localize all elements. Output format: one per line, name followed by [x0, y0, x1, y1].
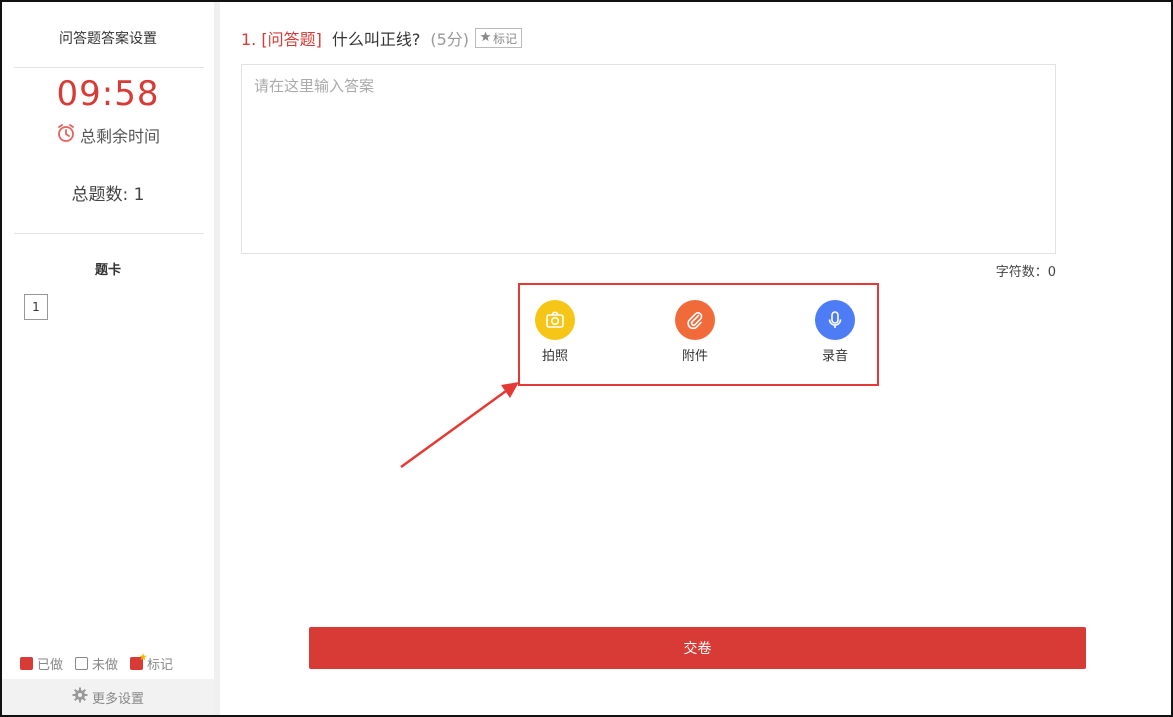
- answer-input[interactable]: [241, 64, 1056, 254]
- attachment-button[interactable]: 附件: [665, 300, 725, 364]
- record-label: 录音: [821, 349, 848, 364]
- mark-label: 标记: [493, 31, 518, 46]
- attachment-label: 附件: [681, 349, 708, 364]
- more-settings-button[interactable]: 更多设置: [2, 679, 214, 715]
- status-legend: 已做 未做 标记: [20, 654, 185, 673]
- total-questions: 总题数: 1: [71, 185, 145, 205]
- camera-icon: [535, 300, 575, 340]
- question-text: 什么叫正线?: [331, 30, 421, 49]
- submit-exam-button[interactable]: 交卷: [309, 627, 1086, 669]
- sidebar-title: 问答题答案设置: [59, 31, 157, 47]
- legend-done: 已做: [20, 654, 63, 673]
- photo-button[interactable]: 拍照: [525, 300, 585, 364]
- question-header: 1. [问答题] 什么叫正线? (5分) 标记: [241, 26, 523, 50]
- paperclip-icon: [675, 300, 715, 340]
- upload-tools-highlight: 拍照 附件 录音: [518, 283, 879, 386]
- legend-undone-label: 未做: [92, 658, 119, 673]
- divider: [14, 233, 204, 234]
- question-number: 1. [问答题]: [241, 30, 322, 49]
- remaining-time-label: 总剩余时间: [2, 123, 214, 147]
- remaining-time-text: 总剩余时间: [79, 127, 160, 146]
- divider: [14, 67, 204, 68]
- mark-button[interactable]: 标记: [475, 28, 523, 48]
- sidebar-separator: [214, 2, 220, 715]
- more-settings-label: 更多设置: [91, 691, 144, 707]
- sidebar: 问答题答案设置 09:58 总剩余时间 总题数: 1 题卡 1 已做 未做 标记: [2, 2, 214, 715]
- done-swatch: [20, 657, 33, 670]
- answer-card-title: 题卡: [94, 263, 121, 278]
- star-icon: [480, 31, 493, 45]
- char-count: 字符数：0: [995, 265, 1056, 280]
- undone-swatch: [75, 657, 89, 670]
- question-nav-1[interactable]: 1: [24, 294, 48, 320]
- record-button[interactable]: 录音: [805, 300, 865, 364]
- countdown-timer: 09:58: [56, 74, 160, 114]
- legend-done-label: 已做: [37, 658, 64, 673]
- gear-icon: [72, 687, 92, 707]
- question-score: (5分): [430, 30, 470, 49]
- microphone-icon: [815, 300, 855, 340]
- annotation-arrow: [398, 378, 523, 474]
- legend-marked-label: 标记: [147, 658, 174, 673]
- legend-marked: 标记: [130, 654, 173, 673]
- photo-label: 拍照: [541, 349, 568, 364]
- marked-swatch: [130, 657, 144, 670]
- legend-undone: 未做: [75, 654, 118, 673]
- alarm-clock-icon: [56, 123, 80, 147]
